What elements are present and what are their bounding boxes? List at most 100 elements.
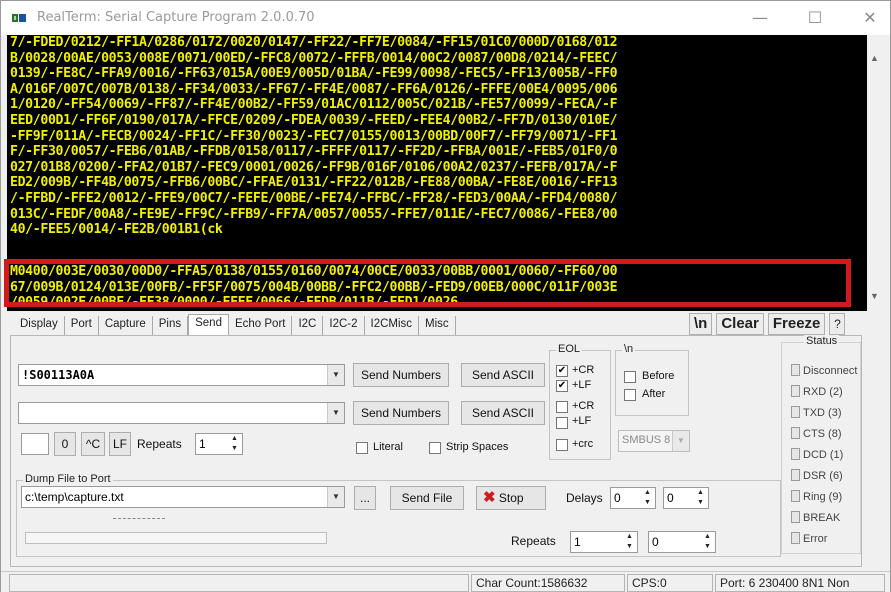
send-ctrl-c-button[interactable]: ^C [81,432,105,456]
eol-crc-checkbox[interactable] [556,439,568,451]
chevron-down-icon[interactable]: ▼ [327,403,344,423]
stop-button[interactable]: ✖ Stop [476,486,546,510]
status-indicator-icon [791,490,800,502]
tab-misc[interactable]: Misc [419,316,456,336]
spinner-arrows-icon[interactable]: ▲ ▼ [693,488,708,508]
after-checkbox[interactable] [624,389,636,401]
tab-i2c-2[interactable]: I2C-2 [323,316,365,336]
realterm-app-icon [12,14,26,22]
chevron-down-icon[interactable]: ▼ [672,431,689,451]
spinner-arrows-icon[interactable]: ▲ ▼ [640,488,655,508]
status-indicator-icon [791,385,800,397]
terminal-line: -FF9F/011A/-FECB/0024/-FF1C/-FF30/0023/-… [10,128,618,144]
send-numbers-button-1[interactable]: Send Numbers [353,363,449,387]
scroll-down-icon[interactable]: ▼ [870,291,879,301]
tab-send[interactable]: Send [188,314,229,336]
send-numbers-button-2[interactable]: Send Numbers [353,401,449,425]
maximize-button[interactable]: ☐ [795,5,835,31]
terminal-line: 0139/-FE8C/-FFA9/0016/-FF63/015A/00E9/00… [10,66,618,82]
repeats-value: 1 [199,437,206,451]
send-lf-button[interactable]: LF [109,432,131,456]
eol-group-title: EOL [556,343,583,355]
status-indicator-icon [791,448,800,460]
title-bar[interactable]: RealTerm: Serial Capture Program 2.0.0.7… [1,1,890,35]
status-indicator-icon [791,511,800,523]
delay-spinner-1[interactable]: 0 ▲ ▼ [610,487,656,509]
dump-repeats-label: Repeats [511,534,556,548]
status-label: Error [803,533,828,545]
smbus-select[interactable]: SMBUS 8 ▼ [618,430,690,452]
tab-strip: Display Port Capture Pins Send Echo Port… [14,314,456,336]
strip-spaces-label: Strip Spaces [446,441,509,453]
tab-display[interactable]: Display [14,316,65,336]
status-bar: Char Count:1586632 CPS:0 Port: 6 230400 … [1,571,890,592]
char-count: Char Count:1586632 [471,574,625,592]
status-label: DCD (1) [803,449,844,461]
eol-cr-checkbox-2[interactable] [556,401,568,413]
terminal-output[interactable]: 7/-FDED/0212/-FF1A/0286/0172/0020/0147/-… [7,35,867,311]
dump-progress-bar [25,532,327,544]
freeze-button[interactable]: Freeze [767,313,826,335]
eol-lf-checkbox-1[interactable]: ✔ [556,380,568,392]
send-file-button[interactable]: Send File [390,486,464,510]
tab-capture[interactable]: Capture [99,316,153,336]
eol-cr-checkbox-1[interactable]: ✔ [556,365,568,377]
terminal-line-highlighted: 67/009B/0124/013E/00FB/-FF5F/0075/004B/0… [10,279,618,295]
status-cts: CTS (8) [791,427,842,443]
status-rxd: RXD (2) [791,385,843,401]
terminal-toolbar: \n Clear Freeze ? [689,313,846,335]
before-checkbox[interactable] [624,371,636,383]
dump-repeats-spinner-1[interactable]: 1 ▲ ▼ [570,531,638,553]
eol-crc-label: +crc [572,438,594,450]
literal-checkbox[interactable] [356,442,368,454]
newline-toggle-button[interactable]: \n [689,313,713,335]
terminal-line: EED/00D1/-FF6F/0190/017A/-FFCE/0209/-FDE… [10,113,618,128]
dump-file-group-title: Dump File to Port [23,473,113,485]
browse-file-button[interactable]: ... [354,486,376,510]
status-break[interactable]: BREAK [791,511,840,527]
send-line-1-value: !S00113A0A [22,368,95,382]
status-indicator-icon [791,406,800,418]
status-disconnect[interactable]: Disconnect [791,364,857,380]
help-button[interactable]: ? [829,313,846,335]
send-ascii-button-2[interactable]: Send ASCII [461,401,545,425]
tab-echo-port[interactable]: Echo Port [229,316,293,336]
eol-lf-checkbox-2[interactable] [556,417,568,429]
status-indicator-icon [791,364,800,376]
tab-i2cmisc[interactable]: I2CMisc [365,316,420,336]
terminal-line: 013C/-FEDF/00A8/-FE9E/-FF9C/-FFB9/-FF7A/… [10,206,618,222]
tab-pins[interactable]: Pins [153,316,189,336]
terminal-line: B/0028/00AE/0053/008E/0071/00ED/-FFC8/00… [10,50,618,66]
chevron-down-icon[interactable]: ▼ [327,487,344,507]
minimize-button[interactable]: — [740,5,780,31]
spinner-arrows-icon[interactable]: ▲ ▼ [227,434,242,454]
send-zero-button[interactable]: 0 [54,432,76,456]
status-label: CTS (8) [803,428,842,440]
terminal-scrollbar[interactable]: ▲ ▼ [867,35,885,311]
chevron-down-icon[interactable]: ▼ [327,365,344,385]
send-line-1-combo[interactable]: !S00113A0A ▼ [18,364,345,386]
window-title: RealTerm: Serial Capture Program 2.0.0.7… [37,10,315,25]
spinner-arrows-icon[interactable]: ▲ ▼ [622,532,637,552]
status-error[interactable]: Error [791,532,827,548]
eol-cr-label-1: +CR [572,364,595,376]
delay-value-1: 0 [614,491,621,505]
status-label: BREAK [803,512,841,524]
send-ascii-button-1[interactable]: Send ASCII [461,363,545,387]
status-dcd: DCD (1) [791,448,843,464]
tab-port[interactable]: Port [65,316,99,336]
clear-button[interactable]: Clear [716,313,764,335]
scroll-up-icon[interactable]: ▲ [870,53,879,63]
send-line-2-combo[interactable]: ▼ [18,402,345,424]
before-label: Before [642,370,675,382]
close-button[interactable]: ✕ [850,5,890,31]
spinner-arrows-icon[interactable]: ▲ ▼ [700,532,715,552]
numeric-entry-field[interactable] [21,433,49,455]
status-dsr: DSR (6) [791,469,843,485]
repeats-spinner[interactable]: 1 ▲ ▼ [195,433,243,455]
dump-repeats-spinner-2[interactable]: 0 ▲ ▼ [648,531,716,553]
tab-i2c[interactable]: I2C [292,316,324,336]
delay-spinner-2[interactable]: 0 ▲ ▼ [663,487,709,509]
dump-file-combo[interactable]: c:\temp\capture.txt ▼ [21,486,345,508]
strip-spaces-checkbox[interactable] [429,442,441,454]
